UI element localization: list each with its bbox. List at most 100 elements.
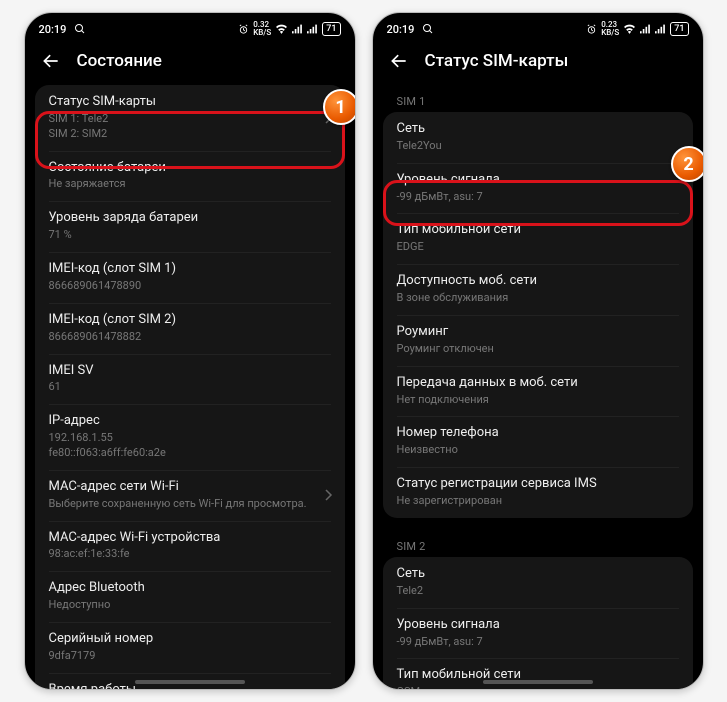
row-title: MAC-адрес Wi-Fi устройства: [49, 530, 331, 547]
row-title: Уровень сигнала: [397, 617, 679, 634]
row-title: Уровень заряда батареи: [49, 210, 331, 227]
list-item[interactable]: СетьTele2: [383, 557, 693, 608]
header: Состояние: [25, 43, 355, 85]
list-item[interactable]: Статус SIM-картыSIM 1: Tele2 SIM 2: SIM2: [35, 85, 345, 151]
list-item[interactable]: Тип мобильной сетиGSM: [383, 658, 693, 689]
page-title: Состояние: [77, 51, 162, 71]
row-title: Сеть: [397, 566, 679, 583]
list-item[interactable]: СетьTele2You: [383, 112, 693, 163]
row-subtitle: Tele2: [397, 584, 679, 599]
row-subtitle: 866689061478890: [49, 279, 331, 294]
row-subtitle: Выберите сохраненную сеть Wi-Fi для прос…: [49, 497, 331, 512]
phone-left: 20:19 0.32KB/S 71 Состояние Статус SIM-к…: [24, 12, 356, 690]
row-title: Статус SIM-карты: [49, 94, 331, 111]
badge-1: 1: [323, 89, 356, 125]
row-title: Серийный номер: [49, 631, 331, 648]
list-item[interactable]: Передача данных в моб. сетиНет подключен…: [383, 366, 693, 417]
list-item[interactable]: Состояние батареиНе заряжается: [35, 151, 345, 202]
list-item[interactable]: Уровень заряда батареи71 %: [35, 201, 345, 252]
home-indicator: [135, 680, 245, 684]
phone-right: 20:19 0.23KB/S 71 Статус SIM-карты SIM 1…: [372, 12, 704, 690]
wifi-icon: [623, 24, 636, 34]
row-subtitle: -99 дБмВт, asu: 7: [397, 635, 679, 650]
row-title: Тип мобильной сети: [397, 222, 679, 239]
row-title: Статус регистрации сервиса IMS: [397, 476, 679, 493]
list-item[interactable]: Адрес BluetoothНедоступно: [35, 571, 345, 622]
back-icon[interactable]: [389, 51, 409, 71]
settings-group: Статус SIM-картыSIM 1: Tele2 SIM 2: SIM2…: [35, 85, 345, 689]
list-item[interactable]: Тип мобильной сетиEDGE: [383, 213, 693, 264]
row-subtitle: Недоступно: [49, 598, 331, 613]
row-subtitle: 71 %: [49, 228, 331, 243]
row-subtitle: EDGE: [397, 240, 679, 255]
signal-icon-2: [655, 24, 666, 34]
row-title: Номер телефона: [397, 425, 679, 442]
row-title: Адрес Bluetooth: [49, 580, 331, 597]
back-icon[interactable]: [41, 51, 61, 71]
row-subtitle: Tele2You: [397, 139, 679, 154]
list-item[interactable]: Уровень сигнала-99 дБмВт, asu: 7: [383, 163, 693, 214]
row-subtitle: В зоне обслуживания: [397, 291, 679, 306]
row-title: Роуминг: [397, 324, 679, 341]
badge-2: 2: [671, 146, 704, 182]
row-title: Доступность моб. сети: [397, 273, 679, 290]
list-item[interactable]: IMEI-код (слот SIM 2)866689061478882: [35, 303, 345, 354]
list-item[interactable]: IMEI SV61: [35, 354, 345, 405]
list-item[interactable]: Уровень сигнала-99 дБмВт, asu: 7: [383, 608, 693, 659]
list-item[interactable]: Номер телефонаНеизвестно: [383, 416, 693, 467]
status-bar: 20:19 0.23KB/S 71: [373, 13, 703, 43]
status-battery: 71: [322, 22, 340, 36]
row-subtitle: 192.168.1.55 fe80::f063:a6ff:fe60:a2e: [49, 431, 331, 461]
status-time: 20:19: [387, 23, 415, 36]
row-title: IMEI SV: [49, 363, 331, 380]
row-subtitle: 98:ac:ef:1e:33:fe: [49, 547, 331, 562]
alarm-icon: [586, 24, 597, 35]
sim2-group: СетьTele2Уровень сигнала-99 дБмВт, asu: …: [383, 557, 693, 689]
row-subtitle: 9dfa7179: [49, 649, 331, 664]
row-subtitle: Не зарегистрирован: [397, 494, 679, 509]
content: Статус SIM-картыSIM 1: Tele2 SIM 2: SIM2…: [25, 85, 355, 689]
home-indicator: [483, 680, 593, 684]
status-bar: 20:19 0.32KB/S 71: [25, 13, 355, 43]
row-subtitle: Нет подключения: [397, 393, 679, 408]
search-icon: [422, 23, 434, 35]
status-time: 20:19: [39, 23, 67, 36]
row-title: Сеть: [397, 121, 679, 138]
list-item[interactable]: MAC-адрес сети Wi-FiВыберите сохраненную…: [35, 470, 345, 521]
list-item[interactable]: Серийный номер9dfa7179: [35, 622, 345, 673]
wifi-icon: [275, 24, 288, 34]
row-subtitle: SIM 1: Tele2 SIM 2: SIM2: [49, 112, 331, 142]
list-item[interactable]: MAC-адрес Wi-Fi устройства98:ac:ef:1e:33…: [35, 521, 345, 572]
header: Статус SIM-карты: [373, 43, 703, 85]
signal-icon: [292, 24, 303, 34]
row-title: IMEI-код (слот SIM 2): [49, 312, 331, 329]
content: SIM 1 СетьTele2YouУровень сигнала-99 дБм…: [373, 85, 703, 689]
list-item[interactable]: Статус регистрации сервиса IMSНе зарегис…: [383, 467, 693, 518]
sim2-label: SIM 2: [383, 530, 693, 557]
row-subtitle: -99 дБмВт, asu: 7: [397, 190, 679, 205]
sim1-label: SIM 1: [383, 85, 693, 112]
row-title: Состояние батареи: [49, 160, 331, 177]
row-subtitle: 866689061478882: [49, 330, 331, 345]
list-item[interactable]: IP-адрес192.168.1.55 fe80::f063:a6ff:fe6…: [35, 404, 345, 470]
row-title: MAC-адрес сети Wi-Fi: [49, 479, 331, 496]
signal-icon: [640, 24, 651, 34]
row-subtitle: GSM: [397, 685, 679, 689]
chevron-right-icon: [325, 489, 333, 501]
row-title: Уровень сигнала: [397, 172, 679, 189]
list-item[interactable]: IMEI-код (слот SIM 1)866689061478890: [35, 252, 345, 303]
list-item[interactable]: Доступность моб. сетиВ зоне обслуживания: [383, 264, 693, 315]
signal-icon-2: [307, 24, 318, 34]
sim1-group: СетьTele2YouУровень сигнала-99 дБмВт, as…: [383, 112, 693, 518]
row-subtitle: Неизвестно: [397, 443, 679, 458]
search-icon: [74, 23, 86, 35]
status-battery: 71: [670, 22, 688, 36]
row-subtitle: Роуминг отключен: [397, 342, 679, 357]
status-speed: 0.32KB/S: [253, 21, 271, 37]
row-subtitle: Не заряжается: [49, 177, 331, 192]
status-speed: 0.23KB/S: [601, 21, 619, 37]
row-title: IMEI-код (слот SIM 1): [49, 261, 331, 278]
list-item[interactable]: РоумингРоуминг отключен: [383, 315, 693, 366]
row-title: IP-адрес: [49, 413, 331, 430]
row-title: Передача данных в моб. сети: [397, 375, 679, 392]
